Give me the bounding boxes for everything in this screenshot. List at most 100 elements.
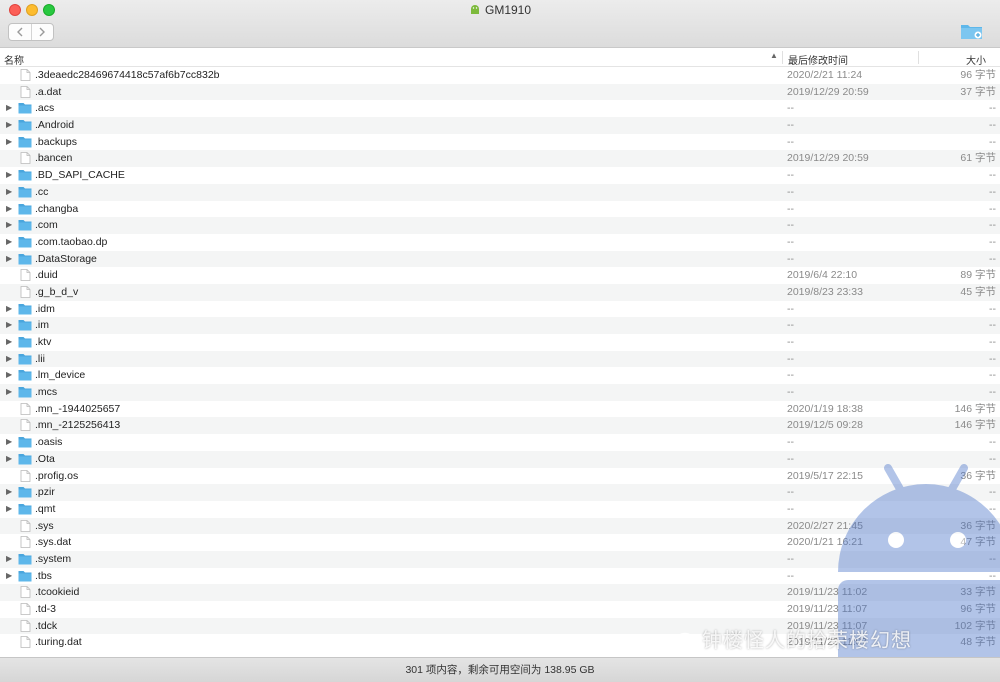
- disclosure-triangle-icon[interactable]: ▶: [6, 568, 12, 585]
- size-column-header[interactable]: 大小: [966, 52, 986, 67]
- folder-row[interactable]: ▶ .Android -- --: [0, 117, 1000, 134]
- file-row[interactable]: .turing.dat 2019/11/23 11:07 48 字节: [0, 634, 1000, 651]
- file-size: --: [989, 202, 996, 215]
- file-size: --: [989, 436, 996, 449]
- file-row[interactable]: .bancen 2019/12/29 20:59 61 字节: [0, 150, 1000, 168]
- file-size: 146 字节: [954, 402, 996, 415]
- folder-row[interactable]: ▶ .lm_device -- --: [0, 367, 1000, 384]
- file-size: --: [989, 185, 996, 198]
- file-row[interactable]: .tdck 2019/11/23 11:07 102 字节: [0, 617, 1000, 635]
- file-row[interactable]: .sys 2020/2/27 21:45 36 字节: [0, 517, 1000, 535]
- file-name: .qmt: [35, 502, 56, 515]
- file-row[interactable]: .duid 2019/6/4 22:10 89 字节: [0, 267, 1000, 284]
- column-divider[interactable]: [918, 51, 919, 64]
- disclosure-triangle-icon[interactable]: ▶: [6, 334, 12, 351]
- disclosure-triangle-icon[interactable]: ▶: [6, 201, 12, 218]
- folder-row[interactable]: ▶ .Ota -- --: [0, 450, 1000, 468]
- file-name: .Android: [35, 119, 75, 132]
- file-name: .acs: [35, 102, 55, 115]
- file-row[interactable]: .mn_-2125256413 2019/12/5 09:28 146 字节: [0, 417, 1000, 435]
- disclosure-triangle-icon[interactable]: ▶: [6, 317, 12, 334]
- file-name: .tcookieid: [35, 586, 80, 599]
- folder-row[interactable]: ▶ .oasis -- --: [0, 434, 1000, 451]
- disclosure-triangle-icon[interactable]: ▶: [6, 384, 12, 401]
- back-button[interactable]: [9, 24, 31, 40]
- file-modified-date: --: [787, 252, 794, 265]
- file-modified-date: --: [787, 135, 794, 148]
- disclosure-triangle-icon[interactable]: ▶: [6, 184, 12, 201]
- folder-row[interactable]: ▶ .system -- --: [0, 550, 1000, 568]
- disclosure-triangle-icon[interactable]: ▶: [6, 501, 12, 518]
- document-icon: [20, 286, 31, 298]
- folder-row[interactable]: ▶ .DataStorage -- --: [0, 250, 1000, 268]
- file-size: --: [989, 169, 996, 182]
- disclosure-triangle-icon[interactable]: ▶: [6, 434, 12, 451]
- file-size: --: [989, 135, 996, 148]
- file-modified-date: --: [787, 319, 794, 332]
- folder-icon: [18, 570, 32, 582]
- file-modified-date: --: [787, 352, 794, 365]
- folder-row[interactable]: ▶ .changba -- --: [0, 201, 1000, 218]
- folder-row[interactable]: ▶ .lii -- --: [0, 350, 1000, 368]
- file-row[interactable]: .sys.dat 2020/1/21 16:21 47 字节: [0, 534, 1000, 551]
- file-size: --: [989, 569, 996, 582]
- disclosure-triangle-icon[interactable]: ▶: [6, 167, 12, 184]
- folder-row[interactable]: ▶ .mcs -- --: [0, 384, 1000, 401]
- folder-row[interactable]: ▶ .backups -- --: [0, 134, 1000, 151]
- disclosure-triangle-icon[interactable]: ▶: [6, 451, 12, 468]
- disclosure-triangle-icon[interactable]: ▶: [6, 301, 12, 318]
- file-row[interactable]: .profig.os 2019/5/17 22:15 36 字节: [0, 468, 1000, 485]
- file-row[interactable]: .a.dat 2019/12/29 20:59 37 字节: [0, 83, 1000, 101]
- folder-row[interactable]: ▶ .cc -- --: [0, 183, 1000, 201]
- disclosure-triangle-icon[interactable]: ▶: [6, 551, 12, 568]
- column-divider[interactable]: [782, 51, 783, 64]
- name-column-header[interactable]: 名称: [4, 52, 24, 67]
- file-name: .tbs: [35, 569, 52, 582]
- disclosure-triangle-icon[interactable]: ▶: [6, 217, 12, 234]
- folder-icon: [18, 453, 32, 465]
- file-row[interactable]: .td-3 2019/11/23 11:07 96 字节: [0, 601, 1000, 618]
- title-bar: GM1910: [0, 0, 1000, 48]
- file-name: .tdck: [35, 619, 58, 632]
- folder-icon: [18, 303, 32, 315]
- file-modified-date: --: [787, 219, 794, 232]
- folder-row[interactable]: ▶ .im -- --: [0, 317, 1000, 334]
- sort-ascending-icon: ▲: [770, 51, 778, 60]
- disclosure-triangle-icon[interactable]: ▶: [6, 100, 12, 117]
- file-row[interactable]: .mn_-1944025657 2020/1/19 18:38 146 字节: [0, 401, 1000, 418]
- folder-row[interactable]: ▶ .idm -- --: [0, 301, 1000, 318]
- file-name: .mn_-2125256413: [35, 419, 121, 432]
- folder-row[interactable]: ▶ .qmt -- --: [0, 501, 1000, 518]
- file-modified-date: 2020/1/19 18:38: [787, 402, 863, 415]
- disclosure-triangle-icon[interactable]: ▶: [6, 234, 12, 251]
- file-row[interactable]: .3deaedc28469674418c57af6b7cc832b 2020/2/…: [0, 67, 1000, 84]
- disclosure-triangle-icon[interactable]: ▶: [6, 367, 12, 384]
- forward-button[interactable]: [30, 24, 54, 40]
- status-text: 301 项内容，剩余可用空间为 138.95 GB: [405, 664, 595, 676]
- folder-row[interactable]: ▶ .BD_SAPI_CACHE -- --: [0, 167, 1000, 184]
- file-name: .sys: [35, 519, 54, 532]
- file-modified-date: --: [787, 102, 794, 115]
- folder-row[interactable]: ▶ .com.taobao.dp -- --: [0, 234, 1000, 251]
- disclosure-triangle-icon[interactable]: ▶: [6, 117, 12, 134]
- folder-row[interactable]: ▶ .com -- --: [0, 217, 1000, 234]
- folder-row[interactable]: ▶ .tbs -- --: [0, 568, 1000, 585]
- file-row[interactable]: .tcookieid 2019/11/23 11:02 33 字节: [0, 584, 1000, 601]
- disclosure-triangle-icon[interactable]: ▶: [6, 351, 12, 368]
- new-folder-button[interactable]: [960, 22, 984, 40]
- file-name: .3deaedc28469674418c57af6b7cc832b: [35, 69, 220, 81]
- document-icon: [20, 586, 31, 599]
- disclosure-triangle-icon[interactable]: ▶: [6, 251, 12, 268]
- file-row[interactable]: .g_b_d_v 2019/8/23 23:33 45 字节: [0, 283, 1000, 301]
- file-name: .BD_SAPI_CACHE: [35, 169, 125, 182]
- disclosure-triangle-icon[interactable]: ▶: [6, 484, 12, 501]
- folder-row[interactable]: ▶ .ktv -- --: [0, 334, 1000, 351]
- folder-icon: [18, 353, 32, 365]
- folder-row[interactable]: ▶ .pzir -- --: [0, 484, 1000, 501]
- file-modified-date: --: [787, 202, 794, 215]
- folder-row[interactable]: ▶ .acs -- --: [0, 100, 1000, 117]
- window-title: GM1910: [0, 3, 1000, 17]
- modified-column-header[interactable]: 最后修改时间: [788, 52, 848, 67]
- file-size: 37 字节: [960, 85, 996, 98]
- disclosure-triangle-icon[interactable]: ▶: [6, 134, 12, 151]
